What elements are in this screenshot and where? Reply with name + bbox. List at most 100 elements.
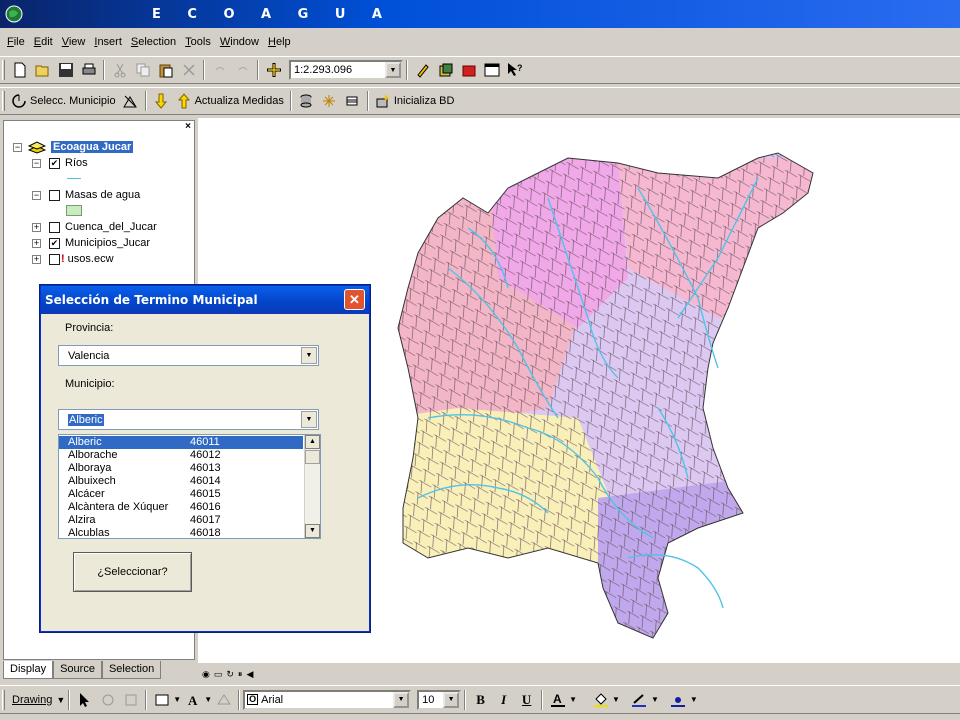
close-icon[interactable]: ✕ — [344, 289, 365, 310]
redo-button[interactable] — [231, 59, 254, 81]
menu-view[interactable]: View — [61, 35, 87, 49]
clear-selection-button[interactable] — [119, 90, 142, 112]
font-combo[interactable]: O Arial ▼ — [243, 689, 412, 710]
open-button[interactable] — [31, 59, 54, 81]
chevron-down-icon[interactable]: ▼ — [612, 695, 620, 704]
scroll-left-icon[interactable]: ◀ — [246, 669, 253, 680]
zoom-elements-button[interactable] — [119, 689, 142, 711]
drawing-menu[interactable]: Drawing — [12, 694, 52, 706]
layer-cuenca-jucar[interactable]: + Cuenca_del_Jucar — [32, 219, 157, 235]
layer-rios[interactable]: − ✔ Ríos — [32, 155, 88, 171]
editor-toolbar-button[interactable] — [411, 59, 434, 81]
font-color-button[interactable]: A — [546, 689, 569, 711]
save-button[interactable] — [54, 59, 77, 81]
scroll-down-icon[interactable]: ▼ — [305, 524, 320, 538]
tab-source[interactable]: Source — [53, 661, 102, 679]
list-item[interactable]: Alborache 46012 — [59, 449, 303, 462]
layer-rios-label[interactable]: Ríos — [65, 157, 88, 169]
text-button[interactable]: A — [181, 689, 204, 711]
chevron-down-icon[interactable]: ▼ — [385, 62, 401, 78]
inicializa-bd-button[interactable]: Inicializa BD — [372, 90, 458, 112]
rotate-button[interactable] — [96, 689, 119, 711]
layer-usos-ecw-label[interactable]: usos.ecw — [68, 253, 114, 265]
refresh-icon[interactable]: ↻ — [226, 669, 234, 680]
paste-button[interactable] — [154, 59, 177, 81]
chevron-down-icon[interactable]: ▼ — [204, 695, 212, 704]
list-item[interactable]: Alcàntera de Xúquer 46016 — [59, 501, 303, 514]
copy-button[interactable] — [131, 59, 154, 81]
layer-cuenca-jucar-checkbox[interactable] — [49, 221, 60, 233]
marker-color-button[interactable] — [667, 689, 690, 711]
menu-tools[interactable]: Tools — [184, 35, 212, 49]
layer-masas-agua-checkbox[interactable] — [49, 189, 60, 201]
scroll-up-icon[interactable]: ▲ — [305, 435, 320, 449]
bold-icon[interactable]: B — [469, 689, 492, 711]
tab-display[interactable]: Display — [3, 661, 54, 679]
collapse-icon[interactable]: − — [13, 142, 22, 152]
font-size-combo[interactable]: 10 ▼ — [417, 689, 462, 710]
collapse-icon[interactable]: − — [32, 158, 41, 168]
menu-window[interactable]: Window — [219, 35, 260, 49]
chevron-down-icon[interactable]: ▼ — [56, 695, 65, 705]
list-item[interactable]: Alboraya 46013 — [59, 462, 303, 475]
globe-view-icon[interactable]: ◉ — [202, 669, 210, 680]
command-line-button[interactable] — [480, 59, 503, 81]
undo-button[interactable] — [208, 59, 231, 81]
underline-icon[interactable]: U — [515, 689, 538, 711]
expand-icon[interactable]: + — [32, 238, 41, 248]
seleccionar-button[interactable]: ¿Seleccionar? — [73, 552, 192, 592]
layer-municipios-jucar[interactable]: + ✔ Municipios_Jucar — [32, 235, 150, 251]
table-button[interactable] — [341, 90, 364, 112]
layer-municipios-jucar-checkbox[interactable]: ✔ — [49, 237, 60, 249]
sparkle-button[interactable] — [318, 90, 341, 112]
list-item[interactable]: Albuixech 46014 — [59, 475, 303, 488]
menu-file[interactable]: File — [6, 35, 26, 49]
chevron-down-icon[interactable]: ▼ — [173, 695, 181, 704]
chevron-down-icon[interactable]: ▼ — [301, 411, 317, 428]
menu-insert[interactable]: Insert — [93, 35, 123, 49]
actualiza-medidas-button[interactable]: Actualiza Medidas — [173, 90, 287, 112]
expand-icon[interactable]: + — [32, 222, 41, 232]
layer-masas-agua[interactable]: − Masas de agua — [32, 187, 140, 203]
list-item[interactable]: Alcublas 46018 — [59, 527, 303, 538]
collapse-icon[interactable]: − — [32, 190, 41, 200]
toolbar-grip[interactable] — [2, 60, 5, 80]
database-button[interactable] — [295, 90, 318, 112]
toolbar-grip[interactable] — [2, 91, 5, 111]
print-button[interactable] — [77, 59, 100, 81]
menu-edit[interactable]: Edit — [33, 35, 54, 49]
arrow-down-button[interactable] — [150, 90, 173, 112]
select-elements-button[interactable] — [73, 689, 96, 711]
municipio-list[interactable]: Alberic 46011 Alborache 46012 Alboraya 4601… — [58, 434, 321, 539]
add-data-button[interactable] — [262, 59, 285, 81]
municipio-select[interactable]: Alberic ▼ — [58, 409, 319, 430]
line-color-button[interactable] — [628, 689, 651, 711]
select-municipio-button[interactable]: Selecc. Municipio — [8, 90, 119, 112]
scroll-thumb[interactable] — [305, 450, 320, 464]
layout-view-icon[interactable]: ▭ — [214, 669, 223, 680]
toolbar-grip[interactable] — [2, 689, 5, 710]
italic-icon[interactable]: I — [492, 689, 515, 711]
layer-rios-checkbox[interactable]: ✔ — [49, 157, 60, 169]
chevron-down-icon[interactable]: ▼ — [301, 347, 317, 364]
delete-button[interactable] — [177, 59, 200, 81]
edit-vertices-button[interactable] — [212, 689, 235, 711]
menu-selection[interactable]: Selection — [130, 35, 177, 49]
list-scrollbar[interactable]: ▲ ▼ — [304, 435, 320, 538]
tab-selection[interactable]: Selection — [101, 661, 162, 679]
chevron-down-icon[interactable]: ▼ — [443, 691, 460, 708]
menu-help[interactable]: Help — [267, 35, 292, 49]
map-scale-combo[interactable]: 1:2.293.096 ▼ — [289, 60, 403, 80]
toc-root-label[interactable]: Ecoagua Jucar — [51, 141, 134, 153]
layer-usos-ecw-checkbox[interactable] — [49, 253, 60, 265]
list-item[interactable]: Alcácer 46015 — [59, 488, 303, 501]
chevron-down-icon[interactable]: ▼ — [569, 695, 577, 704]
rectangle-button[interactable] — [150, 689, 173, 711]
expand-icon[interactable]: + — [32, 254, 41, 264]
chevron-down-icon[interactable]: ▼ — [690, 695, 698, 704]
list-item[interactable]: Alberic 46011 — [59, 436, 303, 449]
layer-cuenca-jucar-label[interactable]: Cuenca_del_Jucar — [65, 221, 157, 233]
toc-root[interactable]: − Ecoagua Jucar — [13, 139, 134, 155]
provincia-select[interactable]: Valencia ▼ — [58, 345, 319, 366]
dialog-titlebar[interactable]: Selección de Termino Municipal — [41, 286, 369, 314]
